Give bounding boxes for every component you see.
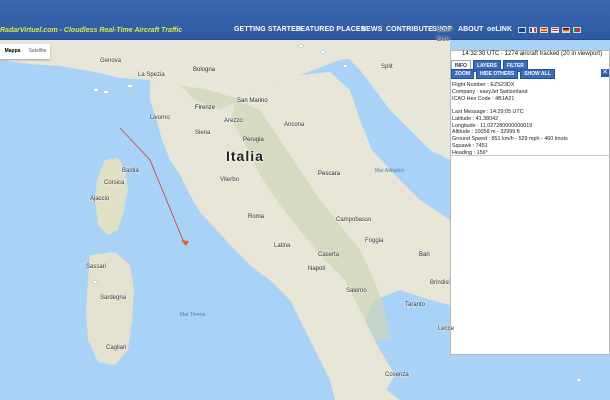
map-label-cagliari: Cagliari	[106, 345, 127, 351]
map-type-control: Mappa Satellite	[0, 44, 50, 59]
map-label-caserta: Caserta	[318, 252, 340, 258]
uk-flag[interactable]	[518, 27, 526, 33]
us-flag[interactable]	[551, 27, 559, 33]
map-label-split: Split	[381, 64, 393, 70]
map-label-sardegna: Sardegna	[100, 295, 127, 301]
map-label-viterbo: Viterbo	[220, 177, 239, 183]
map-label-ajaccio: Ajaccio	[90, 196, 110, 202]
nav-contribute[interactable]: CONTRIBUTE	[386, 26, 433, 33]
nav-featured-places[interactable]: FEATURED PLACES	[296, 26, 365, 33]
nav-news[interactable]: NEWS	[361, 26, 382, 33]
map-label-foggia: Foggia	[365, 238, 384, 244]
show-all-button[interactable]: SHOW ALL	[520, 69, 555, 79]
zoom-button[interactable]: ZOOM	[451, 69, 474, 79]
tracking-status: 14:32:30 UTC - 1274 aircraft tracked (20…	[462, 51, 603, 57]
map-label-tirreno: Mar Tirreno	[180, 312, 206, 318]
pt-flag[interactable]	[573, 27, 581, 33]
map-type-mappa-button[interactable]: Mappa	[0, 44, 25, 59]
nav-about[interactable]: ABOUT	[458, 26, 483, 33]
map-label-genova: Genova	[100, 58, 122, 64]
map-label-erzeg: Erze	[437, 37, 450, 43]
map-label-latina: Latina	[274, 243, 291, 249]
map-label-lecce: Lecce	[438, 326, 455, 332]
flight-longitude: Longitude : 11.027280000000019	[452, 122, 533, 129]
map-label-corsica: Corsica	[104, 180, 125, 186]
map-type-satellite-button[interactable]: Satellite	[25, 44, 50, 59]
map-label-firenze: Firenze	[195, 105, 216, 111]
map-label-arezzo: Arezzo	[224, 118, 243, 124]
map-label-roma: Roma	[248, 214, 265, 220]
map-label-sassari: Sassari	[86, 264, 107, 270]
map-label-adriatico: Mar Adriatico	[375, 168, 405, 174]
top-bar: RadarVirtuel.com - Cloudless Real-Time A…	[0, 0, 610, 40]
hide-others-button[interactable]: HIDE OTHERS	[476, 69, 519, 79]
map-label-livorno: Livorno	[150, 115, 170, 121]
fr-flag[interactable]	[529, 27, 537, 33]
map-label-bologna: Bologna	[193, 67, 216, 73]
map-label-cosenza: Cosenza	[385, 372, 409, 378]
flight-company: Company : easyJet Switzerland	[452, 88, 528, 95]
map-label-bosnia: Bosni	[437, 27, 453, 33]
map-label-italia: Italia	[226, 148, 264, 164]
flight-squawk: Squawk : 7451	[452, 143, 488, 150]
flight-last-message: Last Message : 14:29:05 UTC	[452, 108, 524, 115]
flight-details: Flight Number : EZS23DX Company : easyJe…	[452, 82, 608, 157]
panel-divider	[451, 155, 609, 156]
flight-altitude: Altitude : 10058 m - 32999 ft	[452, 129, 520, 136]
flight-latitude: Latitude : 41.38042	[452, 115, 499, 122]
map-label-perugia: Perugia	[243, 137, 264, 143]
flight-heading: Heading : 156°	[452, 150, 488, 157]
language-flags	[518, 27, 581, 33]
map-label-laspezia: La Spezia	[138, 72, 165, 78]
map-label-campobasso: Campobasso	[336, 217, 372, 223]
map-label-brindisi: Brindisi	[430, 280, 450, 286]
map-label-sanmarino: San Marino	[237, 98, 268, 104]
map-label-salerno: Salerno	[346, 288, 367, 294]
nav-getting-started[interactable]: GETTING STARTED	[234, 26, 301, 33]
flight-number: Flight Number : EZS23DX	[452, 82, 515, 88]
map-label-pescara: Pescara	[318, 171, 341, 177]
map-label-taranto: Taranto	[405, 302, 426, 308]
map-label-bastia: Bastia	[122, 168, 139, 174]
es-flag[interactable]	[540, 27, 548, 33]
flight-ground-speed: Ground Speed : 851 km/h - 529 mph - 460 …	[452, 136, 568, 143]
map-label-siena: Siena	[195, 130, 211, 136]
de-flag[interactable]	[562, 27, 570, 33]
flight-icao: ICAO Hex Code : 4B1A21	[452, 95, 515, 102]
map-label-napoli: Napoli	[308, 266, 326, 272]
close-icon[interactable]: ✕	[601, 69, 609, 77]
map-label-ancona: Ancona	[284, 122, 305, 128]
site-brand[interactable]: RadarVirtuel.com - Cloudless Real-Time A…	[0, 27, 182, 34]
panel-actions: ZOOM HIDE OTHERS SHOW ALL	[451, 69, 555, 79]
map-label-bari: Bari	[419, 252, 430, 258]
nav-oelink[interactable]: oeLINK	[487, 26, 512, 33]
